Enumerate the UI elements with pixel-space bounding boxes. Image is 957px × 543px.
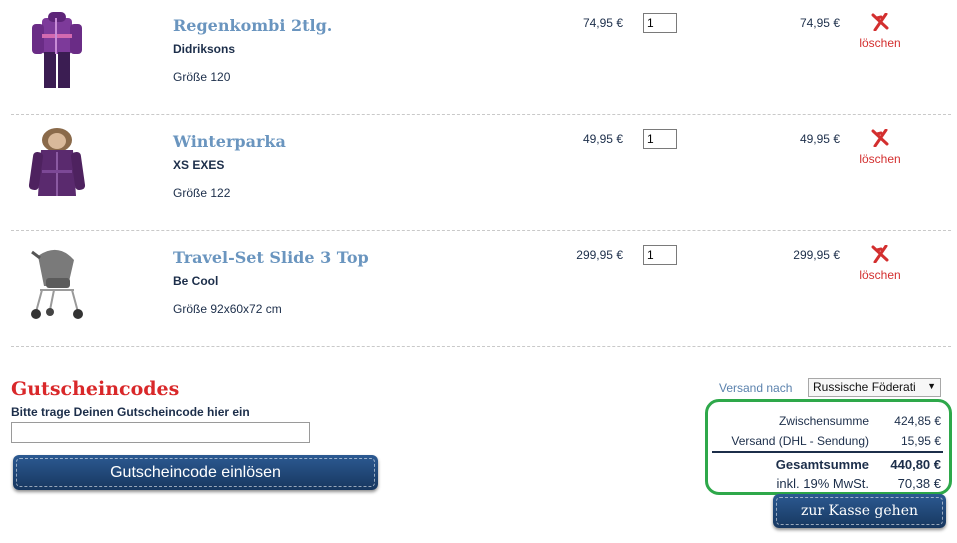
product-name[interactable]: Winterparka	[173, 132, 286, 151]
shipping-country-select[interactable]: Russische Föderati ▼	[808, 378, 941, 397]
delete-button[interactable]: löschen	[850, 245, 910, 282]
dropdown-arrow-icon: ▼	[927, 381, 936, 391]
shipping-cost-label: Versand (DHL - Sendung)	[731, 434, 869, 448]
row-divider	[11, 230, 951, 231]
line-total: 74,95 €	[799, 16, 840, 30]
quantity-input[interactable]	[643, 245, 677, 265]
quantity-input[interactable]	[643, 129, 677, 149]
delete-label: löschen	[859, 36, 901, 50]
product-image-parka[interactable]	[28, 126, 86, 208]
product-brand: Didriksons	[173, 42, 236, 56]
shipping-cost-value: 15,95 €	[900, 434, 941, 448]
coupon-title: Gutscheincodes	[11, 378, 180, 400]
quantity-input[interactable]	[643, 13, 677, 33]
shipping-country-value: Russische Föderati	[813, 380, 916, 394]
subtotal-value: 424,85 €	[894, 414, 941, 428]
row-divider	[11, 114, 951, 115]
grand-total-value: 440,80 €	[890, 457, 941, 472]
product-image-rain-suit[interactable]	[28, 10, 86, 92]
product-size: Größe 120	[173, 70, 231, 84]
delete-x-icon	[871, 245, 889, 263]
unit-price: 74,95 €	[582, 16, 623, 30]
summary-divider	[712, 451, 943, 453]
product-name[interactable]: Regenkombi 2tlg.	[173, 16, 332, 35]
delete-label: löschen	[859, 152, 901, 166]
coupon-code-input[interactable]	[11, 422, 310, 443]
checkout-button[interactable]: zur Kasse gehen	[773, 494, 946, 528]
unit-price: 299,95 €	[576, 248, 623, 262]
order-summary: Zwischensumme 424,85 € Versand (DHL - Se…	[705, 399, 952, 495]
delete-x-icon	[871, 129, 889, 147]
shipping-label: Versand nach	[719, 381, 793, 395]
product-brand: Be Cool	[173, 274, 219, 288]
vat-label: inkl. 19% MwSt.	[776, 476, 869, 491]
cart-row: Travel-Set Slide 3 Top Be Cool Größe 92x…	[0, 232, 957, 348]
line-total: 299,95 €	[793, 248, 840, 262]
delete-x-icon	[871, 13, 889, 31]
vat-value: 70,38 €	[897, 476, 941, 491]
product-size: Größe 92x60x72 cm	[173, 302, 282, 316]
product-name[interactable]: Travel-Set Slide 3 Top	[173, 248, 369, 267]
coupon-hint: Bitte trage Deinen Gutscheincode hier ei…	[11, 405, 250, 419]
unit-price: 49,95 €	[582, 132, 623, 146]
cart-row: Winterparka XS EXES Größe 122 49,95 € 49…	[0, 116, 957, 232]
subtotal-label: Zwischensumme	[778, 414, 869, 428]
redeem-coupon-button[interactable]: Gutscheincode einlösen	[13, 455, 378, 490]
delete-button[interactable]: löschen	[850, 13, 910, 50]
row-divider	[11, 346, 951, 347]
product-size: Größe 122	[173, 186, 231, 200]
delete-label: löschen	[859, 268, 901, 282]
product-image-stroller[interactable]	[28, 242, 86, 324]
cart-row: Regenkombi 2tlg. Didriksons Größe 120 74…	[0, 0, 957, 116]
line-total: 49,95 €	[799, 132, 840, 146]
product-brand: XS EXES	[173, 158, 225, 172]
delete-button[interactable]: löschen	[850, 129, 910, 166]
grand-total-label: Gesamtsumme	[775, 457, 869, 472]
